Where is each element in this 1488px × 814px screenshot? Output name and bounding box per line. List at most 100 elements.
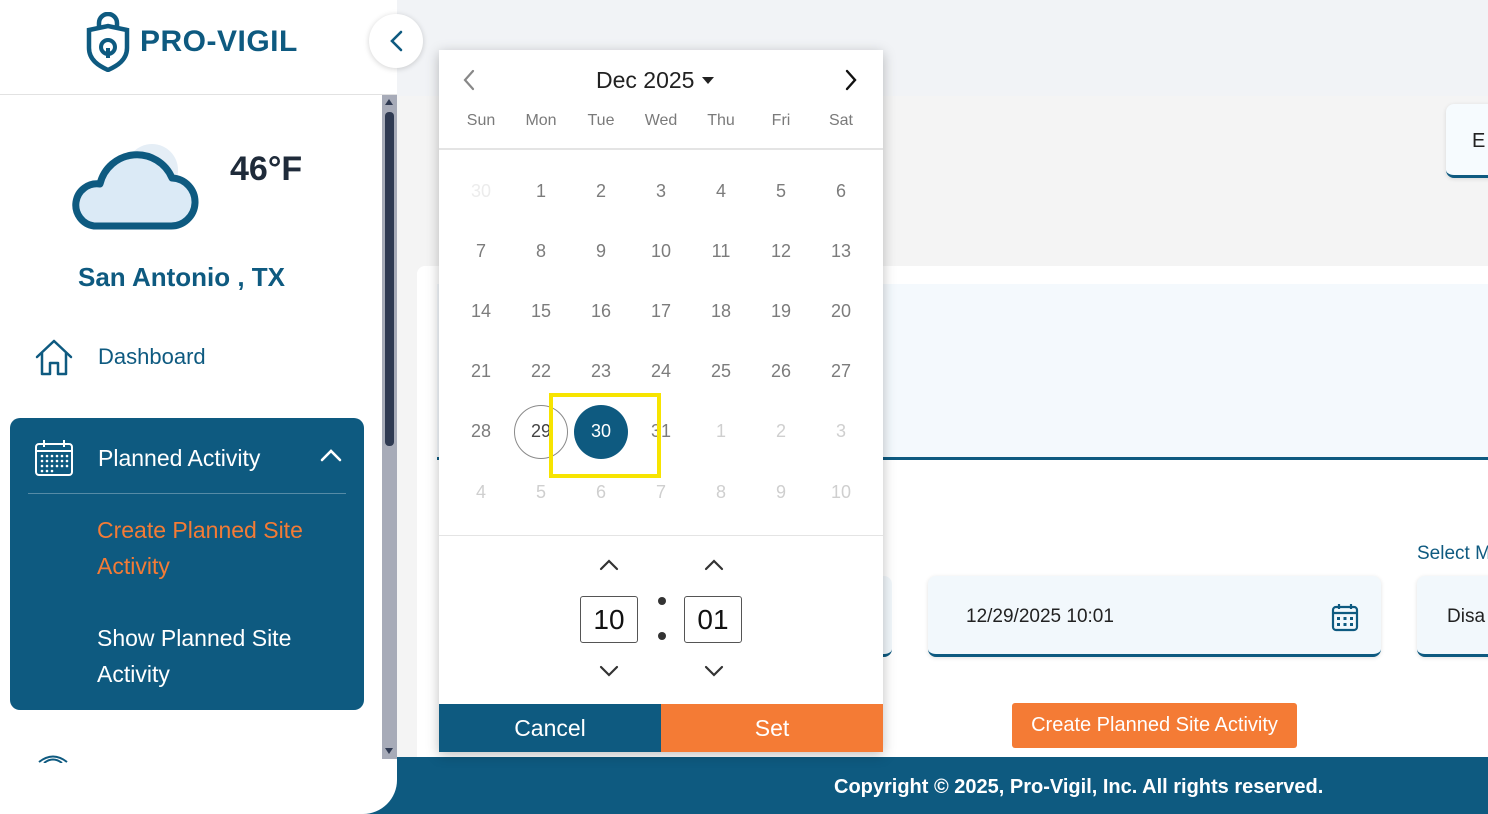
day-cell[interactable]: 5 bbox=[754, 164, 808, 218]
brand-name: PRO-VIGIL bbox=[140, 25, 298, 58]
minute-down-icon[interactable] bbox=[703, 664, 725, 683]
time-colon-dot bbox=[658, 597, 666, 605]
day-cell[interactable]: 16 bbox=[574, 284, 628, 338]
day-cell[interactable]: 3 bbox=[634, 164, 688, 218]
day-cell[interactable]: 25 bbox=[694, 345, 748, 399]
day-cell-outside-month: 2 bbox=[754, 405, 808, 459]
time-divider bbox=[439, 535, 883, 536]
sidebar-item-label: Dashboard bbox=[98, 344, 206, 369]
hour-up-icon[interactable] bbox=[598, 558, 620, 577]
day-cell[interactable]: 26 bbox=[754, 345, 808, 399]
mode-select-value: Disa bbox=[1447, 606, 1486, 627]
hour-input[interactable]: 10 bbox=[580, 596, 638, 643]
day-cell[interactable]: 28 bbox=[454, 405, 508, 459]
day-cell[interactable]: 7 bbox=[454, 224, 508, 278]
day-cell-selected[interactable]: 30 bbox=[574, 404, 628, 459]
day-cell[interactable]: 22 bbox=[514, 345, 568, 399]
calendar-grid-icon bbox=[35, 440, 73, 476]
shield-lock-icon bbox=[86, 12, 130, 72]
sidebar-subitem-show-planned-site-activity[interactable]: Show Planned Site Activity bbox=[97, 620, 337, 692]
time-colon-dot bbox=[658, 632, 666, 640]
day-cell[interactable]: 14 bbox=[454, 284, 508, 338]
day-cell[interactable]: 6 bbox=[814, 164, 868, 218]
mode-select[interactable]: Disa bbox=[1417, 576, 1488, 657]
minute-input[interactable]: 01 bbox=[684, 596, 742, 643]
hour-down-icon[interactable] bbox=[598, 664, 620, 683]
month-year-label: Dec 2025 bbox=[596, 67, 695, 93]
day-cell[interactable]: 11 bbox=[694, 224, 748, 278]
sidebar-item-planned-activity[interactable]: Planned Activity bbox=[34, 438, 260, 478]
weekday-label: Fri bbox=[771, 112, 791, 129]
sidebar-group-planned-activity: Planned Activity Create Planned Site Act… bbox=[10, 418, 364, 710]
sidebar-item-dashboard[interactable]: Dashboard bbox=[34, 337, 206, 377]
day-cell[interactable]: 4 bbox=[694, 164, 748, 218]
chevron-up-icon[interactable] bbox=[320, 448, 342, 467]
day-cell-outside-month: 3 bbox=[814, 405, 868, 459]
footer: Copyright © 2025, Pro-Vigil, Inc. All ri… bbox=[360, 757, 1488, 814]
logo-divider bbox=[0, 94, 397, 95]
day-cell[interactable]: 31 bbox=[634, 405, 688, 459]
group-divider bbox=[28, 493, 346, 494]
sidebar-subitem-create-planned-site-activity[interactable]: Create Planned Site Activity bbox=[97, 512, 337, 584]
sidebar: PRO-VIGIL 46°F San Antonio , TX Dashboar… bbox=[0, 0, 397, 814]
sidebar-scrollbar-thumb[interactable] bbox=[385, 112, 394, 446]
logo[interactable]: PRO-VIGIL bbox=[86, 12, 298, 72]
copyright-text: Copyright © 2025, Pro-Vigil, Inc. All ri… bbox=[834, 776, 1324, 798]
day-cell-outside-month: 7 bbox=[634, 465, 688, 519]
day-cell-outside-month: 10 bbox=[814, 465, 868, 519]
weekday-label: Tue bbox=[587, 112, 615, 129]
next-month-icon[interactable] bbox=[843, 69, 859, 96]
home-icon bbox=[35, 339, 73, 376]
day-cell-outside-month: 5 bbox=[514, 465, 568, 519]
day-cell[interactable]: 8 bbox=[514, 224, 568, 278]
cancel-button[interactable]: Cancel bbox=[439, 704, 661, 752]
minute-up-icon[interactable] bbox=[703, 558, 725, 577]
day-cell-outside-month: 30 bbox=[454, 164, 508, 218]
day-cell-outside-month: 8 bbox=[694, 465, 748, 519]
sidebar-item-label: Planned Activity bbox=[98, 444, 261, 471]
weekday-label: Wed bbox=[644, 112, 678, 129]
month-year-selector[interactable]: Dec 2025 bbox=[596, 67, 715, 94]
select-mode-label: Select M bbox=[1417, 543, 1488, 564]
day-cell[interactable]: 13 bbox=[814, 224, 868, 278]
day-cell[interactable]: 18 bbox=[694, 284, 748, 338]
collapse-sidebar-button[interactable] bbox=[369, 14, 423, 68]
day-cell[interactable]: 24 bbox=[634, 345, 688, 399]
caret-down-icon bbox=[702, 77, 715, 84]
datetime-picker: Dec 2025 Sun Mon Tue Wed Thu Fri Sat 30 1 2 3 4 5 6 7… bbox=[439, 50, 883, 752]
day-cell[interactable]: 1 bbox=[514, 164, 568, 218]
day-cell-outside-month: 1 bbox=[694, 405, 748, 459]
day-cell[interactable]: 2 bbox=[574, 164, 628, 218]
day-cell[interactable]: 23 bbox=[574, 345, 628, 399]
weekday-label: Sun bbox=[466, 112, 496, 129]
day-cell-outside-month: 9 bbox=[754, 465, 808, 519]
picker-divider bbox=[439, 148, 883, 150]
day-cell[interactable]: 27 bbox=[814, 345, 868, 399]
day-cell-today[interactable]: 29 bbox=[514, 404, 568, 459]
scroll-down-arrow-icon[interactable] bbox=[385, 748, 393, 754]
temperature: 46°F bbox=[230, 150, 303, 188]
day-cell[interactable]: 10 bbox=[634, 224, 688, 278]
chevron-left-icon bbox=[390, 30, 403, 52]
day-cell[interactable]: 17 bbox=[634, 284, 688, 338]
day-cell-outside-month: 4 bbox=[454, 465, 508, 519]
end-date-value: 12/29/2025 10:01 bbox=[966, 606, 1114, 627]
prev-month-icon[interactable] bbox=[461, 69, 477, 96]
day-cell[interactable]: 20 bbox=[814, 284, 868, 338]
calendar-icon[interactable] bbox=[1331, 602, 1359, 637]
weekday-label: Mon bbox=[525, 112, 557, 129]
day-cell[interactable]: 15 bbox=[514, 284, 568, 338]
day-cell[interactable]: 9 bbox=[574, 224, 628, 278]
day-cell[interactable]: 19 bbox=[754, 284, 808, 338]
set-button[interactable]: Set bbox=[661, 704, 883, 752]
day-cell[interactable]: 12 bbox=[754, 224, 808, 278]
weekday-label: Sat bbox=[828, 112, 853, 129]
summary-card[interactable]: E bbox=[1446, 104, 1488, 178]
scroll-up-arrow-icon[interactable] bbox=[385, 99, 393, 105]
end-date-input[interactable]: 12/29/2025 10:01 bbox=[928, 576, 1381, 657]
create-planned-activity-button[interactable]: Create Planned Site Activity bbox=[1012, 703, 1297, 748]
day-cell-outside-month: 6 bbox=[574, 465, 628, 519]
day-cell[interactable]: 21 bbox=[454, 345, 508, 399]
signal-icon[interactable] bbox=[36, 750, 70, 768]
weekday-label: Thu bbox=[707, 112, 735, 129]
